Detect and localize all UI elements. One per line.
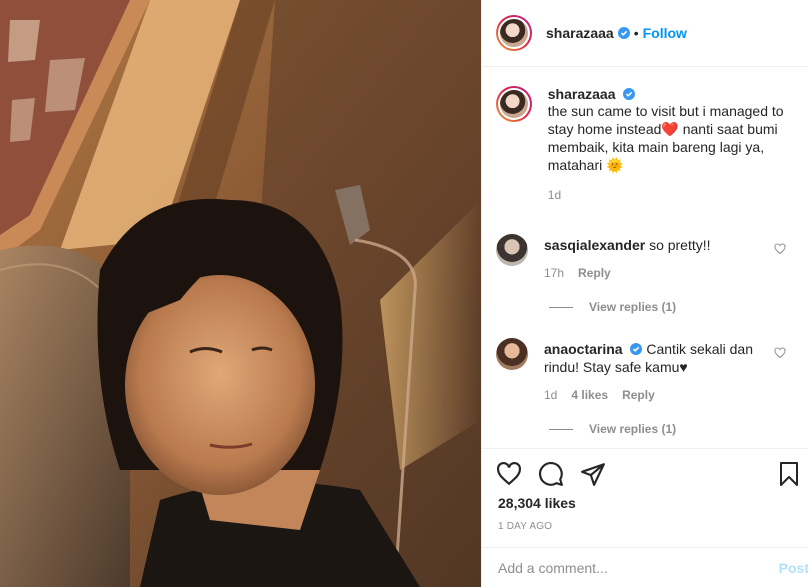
add-comment-input[interactable] [498, 560, 748, 576]
commenter-avatar[interactable] [496, 338, 528, 370]
photo-illustration [0, 0, 481, 587]
post-photo[interactable] [0, 0, 481, 587]
post-actions: 28,304 likes 1 DAY AGO Post [482, 448, 808, 587]
like-comment-heart-icon[interactable] [774, 347, 786, 359]
comment-bubble-icon[interactable] [538, 461, 564, 487]
caption-text: the sun came to visit but i managed to s… [547, 103, 784, 173]
author-username[interactable]: sharazaaa [546, 25, 614, 41]
instagram-post-view: sharazaaa • Follow sharazaaa the sun cam… [0, 0, 808, 587]
comment-time[interactable]: 17h [544, 266, 564, 280]
caption-username[interactable]: sharazaaa [548, 86, 616, 102]
view-replies-label: View replies (1) [589, 300, 677, 314]
verified-badge-icon [630, 343, 643, 355]
comment-reply-button[interactable]: Reply [622, 388, 655, 402]
follow-button[interactable]: Follow [643, 25, 687, 41]
replies-line [549, 306, 573, 308]
verified-badge-icon [617, 27, 630, 39]
comment-text: so pretty!! [649, 237, 711, 253]
caption-time[interactable]: 1d [548, 188, 796, 202]
post-side-panel: sharazaaa • Follow sharazaaa the sun cam… [481, 0, 808, 587]
caption-avatar[interactable] [496, 86, 532, 122]
comment-composer: Post [482, 547, 808, 587]
comment-time[interactable]: 1d [544, 388, 557, 402]
post-comment-button[interactable]: Post [779, 548, 808, 587]
like-heart-icon[interactable] [496, 461, 522, 487]
save-bookmark-icon[interactable] [777, 461, 801, 487]
like-comment-heart-icon[interactable] [774, 243, 786, 255]
view-replies-toggle[interactable]: View replies (1) [549, 300, 676, 314]
comment-likes-count[interactable]: 4 likes [571, 388, 608, 402]
replies-line [549, 428, 573, 430]
post-header: sharazaaa • Follow [482, 0, 808, 67]
post-caption: sharazaaa the sun came to visit but i ma… [496, 86, 796, 202]
likes-count[interactable]: 28,304 likes [498, 495, 576, 511]
author-avatar[interactable] [496, 15, 532, 51]
share-paper-plane-icon[interactable] [580, 461, 606, 487]
verified-badge-icon [623, 88, 636, 100]
view-replies-label: View replies (1) [589, 422, 677, 436]
comment-reply-button[interactable]: Reply [578, 266, 611, 280]
comment-item: anaoctarina Cantik sekali dan rindu! Sta… [496, 338, 796, 402]
commenter-avatar[interactable] [496, 234, 528, 266]
post-timestamp[interactable]: 1 DAY AGO [498, 521, 552, 532]
separator-dot: • [633, 25, 639, 41]
view-replies-toggle[interactable]: View replies (1) [549, 422, 676, 436]
comment-item: sasqialexander so pretty!! 17h Reply [496, 234, 796, 280]
comment-username[interactable]: sasqialexander [544, 237, 645, 253]
comment-username[interactable]: anaoctarina [544, 341, 623, 357]
